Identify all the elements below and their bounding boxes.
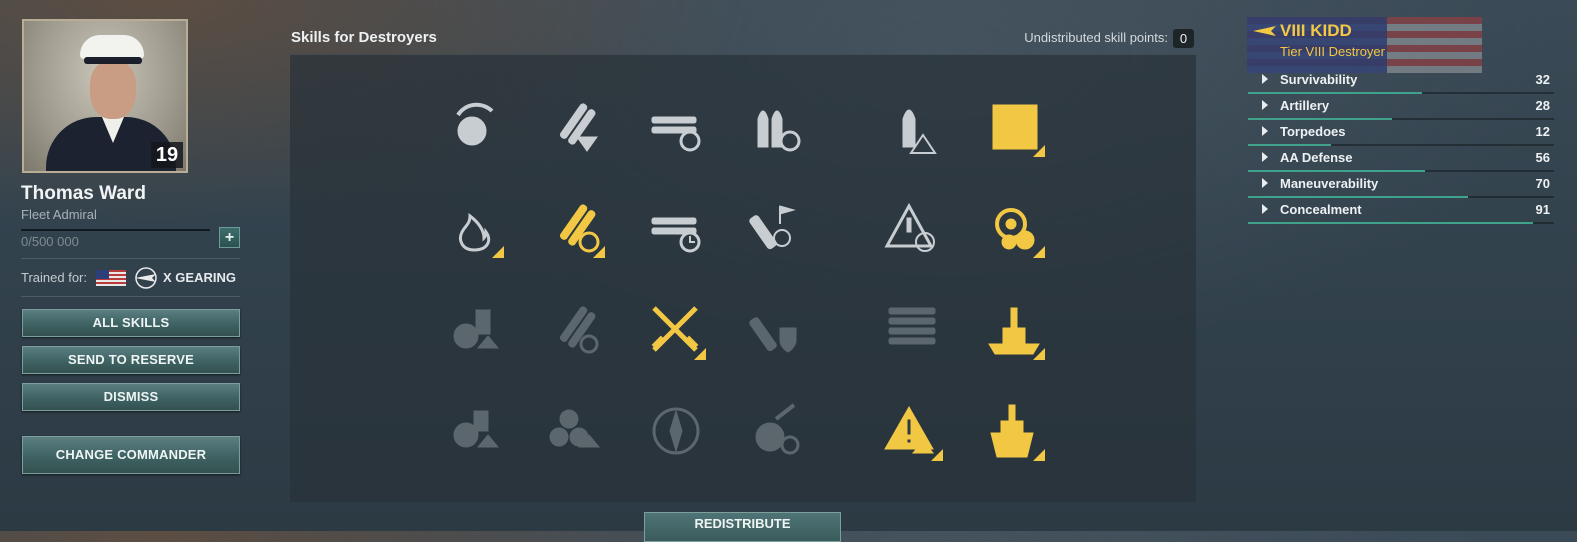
expand-arrow-icon[interactable] xyxy=(1262,152,1268,162)
commander-portrait: 19 xyxy=(22,19,188,173)
destroyer-class-icon xyxy=(1253,26,1276,36)
stat-label: Survivability xyxy=(1280,72,1358,87)
stat-row-torpedoes[interactable]: Torpedoes 12 xyxy=(1248,120,1554,146)
skills-title: Skills for Destroyers xyxy=(291,29,437,46)
stat-value: 56 xyxy=(1535,150,1550,165)
expand-arrow-icon[interactable] xyxy=(1262,74,1268,84)
detection-warning-icon[interactable] xyxy=(883,401,943,461)
usa-flag-icon xyxy=(96,270,126,286)
skills-grid xyxy=(290,54,1196,502)
skill-points-label: Undistributed skill points: xyxy=(1024,30,1168,45)
lightning-hazard-icon[interactable] xyxy=(985,97,1045,157)
torpedo-stack-icon[interactable] xyxy=(883,300,943,360)
redistribute-button[interactable]: REDISTRIBUTE xyxy=(644,512,841,542)
ship-subtitle: Tier VIII Destroyer xyxy=(1280,44,1385,59)
portrait-face xyxy=(90,61,136,119)
stat-label: Torpedoes xyxy=(1280,124,1346,139)
expand-arrow-icon[interactable] xyxy=(1262,178,1268,188)
torpedo-speed-icon[interactable] xyxy=(545,198,605,258)
stat-label: AA Defense xyxy=(1280,150,1353,165)
compass-icon[interactable] xyxy=(646,401,706,461)
skill-points-value: 0 xyxy=(1173,29,1194,48)
commander-level-badge: 19 xyxy=(151,142,183,168)
warship-icon[interactable] xyxy=(985,300,1045,360)
add-xp-button[interactable]: + xyxy=(219,227,240,248)
expand-arrow-icon[interactable] xyxy=(1262,126,1268,136)
stat-value: 32 xyxy=(1535,72,1550,87)
trained-for-label: Trained for: xyxy=(21,270,87,285)
xp-value: 0/500 000 xyxy=(21,234,79,249)
commander-rank: Fleet Admiral xyxy=(21,207,97,222)
trained-ship-name: X GEARING xyxy=(163,270,236,285)
shell-warning-icon[interactable] xyxy=(883,97,943,157)
stat-label: Artillery xyxy=(1280,98,1330,113)
ship-name: VIII KIDD xyxy=(1280,21,1352,40)
stat-value: 91 xyxy=(1535,202,1550,217)
fire-icon[interactable] xyxy=(444,198,504,258)
fire-shield-icon[interactable] xyxy=(746,300,806,360)
xp-progress-bar xyxy=(21,229,210,231)
stat-row-concealment[interactable]: Concealment 91 xyxy=(1248,198,1554,224)
expand-arrow-icon[interactable] xyxy=(1262,204,1268,214)
target-warning-icon[interactable] xyxy=(883,198,943,258)
torpedo-armament-icon[interactable] xyxy=(545,97,605,157)
stat-bar-fill xyxy=(1248,222,1533,224)
stat-row-survivability[interactable]: Survivability 32 xyxy=(1248,68,1554,94)
divider xyxy=(21,296,240,297)
ammo-upgrade-icon[interactable] xyxy=(444,401,504,461)
stat-row-artillery[interactable]: Artillery 28 xyxy=(1248,94,1554,120)
stat-value: 28 xyxy=(1535,98,1550,113)
torpedo-tubes-reload-icon[interactable] xyxy=(646,97,706,157)
stat-label: Concealment xyxy=(1280,202,1362,217)
send-to-reserve-button[interactable]: SEND TO RESERVE xyxy=(22,346,240,374)
expand-arrow-icon[interactable] xyxy=(1262,100,1268,110)
destroyer-class-icon xyxy=(135,267,157,289)
engine-rudder-icon[interactable] xyxy=(985,198,1045,258)
dismiss-button[interactable]: DISMISS xyxy=(22,383,240,411)
torpedo-reload-locked-icon[interactable] xyxy=(545,300,605,360)
stat-value: 70 xyxy=(1535,176,1550,191)
all-skills-button[interactable]: ALL SKILLS xyxy=(22,309,240,337)
secondary-upgrade-icon[interactable] xyxy=(444,300,504,360)
portrait-cap xyxy=(80,35,144,59)
ship-bow-icon[interactable] xyxy=(985,401,1045,461)
divider xyxy=(21,258,240,259)
stat-row-maneuverability[interactable]: Maneuverability 70 xyxy=(1248,172,1554,198)
stat-label: Maneuverability xyxy=(1280,176,1379,191)
gun-timer-icon[interactable] xyxy=(746,401,806,461)
shell-reload-icon[interactable] xyxy=(746,97,806,157)
stat-row-aa-defense[interactable]: AA Defense 56 xyxy=(1248,146,1554,172)
change-commander-button[interactable]: CHANGE COMMANDER xyxy=(22,436,240,474)
torpedo-tubes-timer-icon[interactable] xyxy=(646,198,706,258)
smoke-mortar-icon[interactable] xyxy=(746,198,806,258)
portrait-cap-brim xyxy=(84,57,142,64)
propeller-upgrade-icon[interactable] xyxy=(545,401,605,461)
gun-reload-icon[interactable] xyxy=(444,97,504,157)
commander-name: Thomas Ward xyxy=(21,183,146,204)
crossed-swords-icon[interactable] xyxy=(646,300,706,360)
stat-value: 12 xyxy=(1535,124,1550,139)
